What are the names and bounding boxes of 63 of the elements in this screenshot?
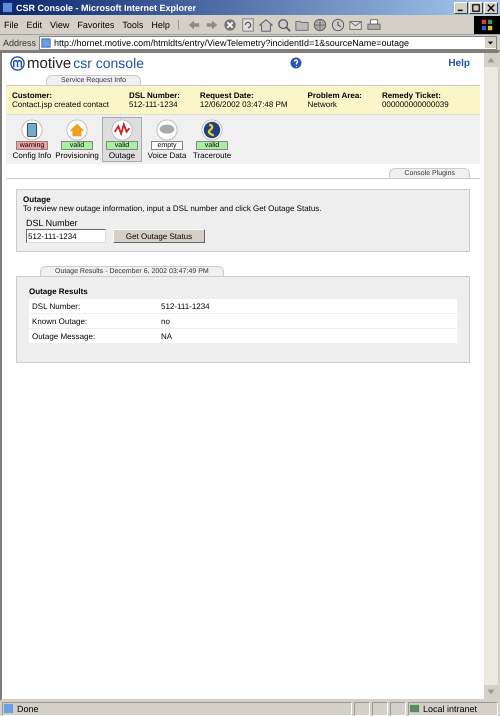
logo-icon: [10, 56, 25, 70]
page-icon: [3, 703, 14, 714]
windows-logo-icon: [474, 16, 500, 34]
results-title: Outage Results: [29, 287, 89, 296]
printer-icon[interactable]: [366, 18, 381, 32]
globe-icon: [201, 119, 223, 141]
clock-icon[interactable]: [330, 18, 345, 32]
field-label: DSL Number: [26, 218, 79, 228]
close-button[interactable]: [484, 2, 498, 14]
menu-item[interactable]: Help: [151, 20, 170, 30]
info-label: Problem Area:: [308, 91, 362, 100]
get-outage-status-button[interactable]: Get Outage Status: [113, 229, 205, 243]
page-icon: [41, 38, 52, 48]
result-label: Known Outage:: [32, 316, 88, 326]
refresh-icon[interactable]: [240, 18, 255, 32]
info-label: Request Date:: [200, 91, 255, 100]
address-label: Address: [3, 38, 36, 48]
globe-icon[interactable]: [312, 18, 327, 32]
speech-bubble-icon: [156, 119, 178, 141]
close-icon: [487, 4, 495, 12]
result-value: no: [161, 316, 170, 326]
result-value: 512-111-1234: [161, 302, 210, 310]
info-value: Contact.jsp created contact: [12, 100, 109, 109]
info-value: Network: [308, 100, 338, 109]
info-value: 12/06/2002 03:47:48 PM: [200, 100, 288, 109]
form-title: Outage: [23, 195, 52, 204]
tablet-icon: [21, 119, 43, 141]
info-label: Remedy Ticket:: [382, 91, 442, 100]
logo-text: motive: [27, 54, 72, 72]
product-name: csr console: [73, 55, 144, 71]
minimize-button[interactable]: [454, 2, 468, 14]
result-value: NA: [161, 332, 172, 340]
status-pane: [390, 702, 406, 716]
security-zone: Local intranet: [423, 704, 478, 714]
help-icon[interactable]: [290, 57, 302, 69]
menu-item[interactable]: Edit: [26, 20, 42, 30]
help-link[interactable]: Help: [448, 58, 470, 68]
network-icon: [409, 703, 420, 714]
status-pane: [354, 702, 370, 716]
window-title: CSR Console - Microsoft Internet Explorer: [16, 2, 198, 12]
menu-item[interactable]: View: [50, 20, 70, 30]
menu-item[interactable]: Tools: [122, 20, 144, 30]
instructions: To review new outage information, input a DSL number and click Get Outage Status.: [23, 204, 323, 213]
dsl-number-field[interactable]: 512-111-1234: [26, 229, 106, 243]
menu-item[interactable]: File: [4, 20, 19, 30]
search-icon[interactable]: [276, 18, 291, 32]
address-field[interactable]: http://hornet.motive.com/htmldts/entry/ViewTelemetry?incidentId=1&sourceName=outage: [39, 36, 497, 50]
maximize-button[interactable]: [469, 2, 483, 14]
info-label: DSL Number:: [128, 91, 180, 100]
info-label: Customer:: [12, 91, 54, 100]
stop-icon[interactable]: [222, 18, 237, 32]
status-pane: [372, 702, 388, 716]
result-label: Outage Message:: [32, 332, 96, 340]
info-value: 512-111-1234: [128, 100, 179, 109]
result-label: DSL Number:: [32, 302, 82, 310]
maximize-icon: [472, 4, 480, 12]
signal-icon: [111, 119, 133, 141]
menu-item[interactable]: Favorites: [77, 20, 114, 30]
house-icon: [66, 119, 88, 141]
browser-icon: [2, 2, 13, 13]
status-text: Done: [17, 704, 39, 714]
home-icon[interactable]: [258, 18, 273, 32]
info-value: 000000000000039: [382, 100, 449, 109]
